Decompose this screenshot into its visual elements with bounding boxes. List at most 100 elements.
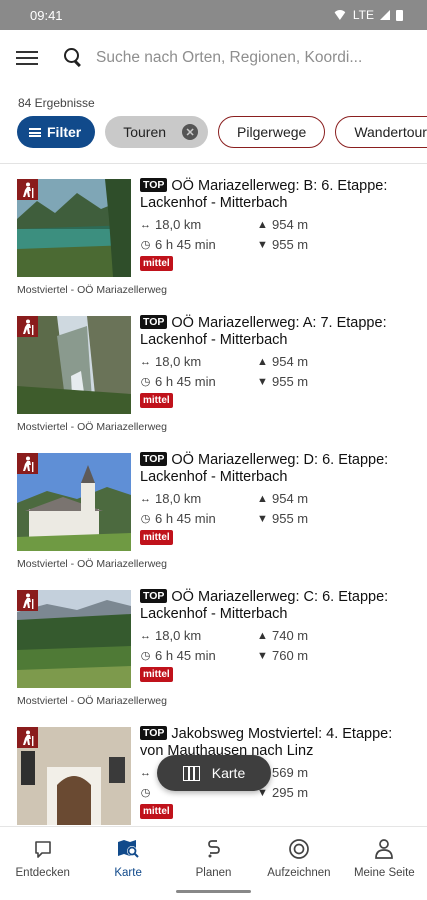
nav-meine-seite[interactable]: Meine Seite bbox=[342, 827, 427, 900]
map-icon bbox=[182, 765, 200, 781]
ascent-icon: ▲ bbox=[257, 355, 268, 368]
nav-label: Aufzeichnen bbox=[267, 867, 331, 879]
descent-stat: ▼ 760 m bbox=[257, 648, 309, 663]
network-label: LTE bbox=[352, 8, 374, 22]
chip-pilgerwege[interactable]: Pilgerwege bbox=[218, 116, 326, 148]
difficulty-badge: mittel bbox=[140, 256, 173, 271]
nav-label: Planen bbox=[195, 867, 232, 879]
filter-button[interactable]: Filter bbox=[17, 116, 96, 148]
descent-icon: ▼ bbox=[257, 512, 268, 525]
descent-icon: ▼ bbox=[257, 649, 268, 662]
chip-pilgerwege-label: Pilgerwege bbox=[237, 124, 307, 140]
menu-icon[interactable] bbox=[16, 51, 38, 65]
top-badge: TOP bbox=[140, 726, 168, 740]
chip-touren[interactable]: Touren ✕ bbox=[105, 116, 209, 148]
tour-card[interactable]: TOP OÖ Mariazellerweg: A: 7. Etappe: Lack… bbox=[0, 301, 427, 438]
nav-label: Entdecken bbox=[15, 867, 70, 879]
battery-icon bbox=[396, 9, 403, 21]
tour-info: TOP OÖ Mariazellerweg: B: 6. Etappe: Lack… bbox=[140, 178, 417, 271]
tour-stats: ↔ 18,0 km ▲ 740 m ◷ 6 h 45 min ▼ 760 m bbox=[140, 627, 417, 664]
nav-entdecken[interactable]: Entdecken bbox=[0, 827, 85, 900]
ascent-stat: ▲ 740 m bbox=[257, 628, 309, 643]
tour-card[interactable]: TOP OÖ Mariazellerweg: D: 6. Etappe: Lack… bbox=[0, 438, 427, 575]
clock-icon: ◷ bbox=[140, 239, 151, 251]
difficulty-badge: mittel bbox=[140, 804, 173, 819]
descent-icon: ▼ bbox=[257, 375, 268, 388]
hiking-icon bbox=[17, 316, 38, 337]
tour-stats: ↔ 18,0 km ▲ 954 m ◷ 6 h 45 min ▼ 955 m bbox=[140, 353, 417, 390]
nav-karte[interactable]: Karte bbox=[85, 827, 170, 900]
distance-stat: ↔ 18,0 km bbox=[140, 491, 202, 506]
descent-icon: ▼ bbox=[257, 238, 268, 251]
distance-stat: ↔ 18,0 km bbox=[140, 354, 202, 369]
difficulty-badge: mittel bbox=[140, 530, 173, 545]
ascent-icon: ▲ bbox=[257, 629, 268, 642]
tour-info: TOP OÖ Mariazellerweg: D: 6. Etappe: Lack… bbox=[140, 452, 417, 545]
nav-aufzeichnen[interactable]: Aufzeichnen bbox=[256, 827, 341, 900]
distance-icon: ↔ bbox=[140, 629, 151, 642]
tour-image bbox=[17, 453, 131, 551]
tour-info: TOP OÖ Mariazellerweg: C: 6. Etappe: Lack… bbox=[140, 589, 417, 682]
nav-label: Meine Seite bbox=[353, 867, 415, 879]
map-button[interactable]: Karte bbox=[157, 755, 271, 791]
top-badge: TOP bbox=[140, 589, 168, 603]
distance-icon: ↔ bbox=[140, 218, 151, 231]
tour-card[interactable]: TOP OÖ Mariazellerweg: C: 6. Etappe: Lack… bbox=[0, 575, 427, 712]
clock-icon: ◷ bbox=[140, 650, 151, 662]
distance-icon: ↔ bbox=[140, 766, 151, 779]
search-input[interactable] bbox=[96, 49, 376, 67]
chip-wandertouren[interactable]: Wandertouren bbox=[335, 116, 427, 148]
filter-chips: Filter Touren ✕ Pilgerwege Wandertouren bbox=[0, 116, 427, 156]
distance-stat: ↔ 18,0 km bbox=[140, 628, 202, 643]
top-badge: TOP bbox=[140, 315, 168, 329]
duration-stat: ◷ 6 h 45 min bbox=[140, 648, 216, 663]
top-badge: TOP bbox=[140, 452, 168, 466]
ascent-stat: ▲ 954 m bbox=[257, 217, 309, 232]
ascent-stat: ▲ 954 m bbox=[257, 354, 309, 369]
tour-region: Mostviertel - OÖ Mariazellerweg bbox=[17, 558, 167, 570]
status-bar: 09:41 LTE bbox=[0, 0, 427, 30]
tour-image bbox=[17, 590, 131, 688]
status-icons: LTE bbox=[332, 8, 403, 22]
distance-icon: ↔ bbox=[140, 355, 151, 368]
chip-wandertouren-label: Wandertouren bbox=[354, 124, 427, 140]
close-icon[interactable]: ✕ bbox=[182, 124, 199, 140]
wifi-icon bbox=[332, 10, 347, 20]
distance-icon: ↔ bbox=[140, 492, 151, 505]
home-indicator[interactable] bbox=[176, 890, 251, 893]
search-icon[interactable] bbox=[64, 48, 84, 68]
ascent-stat: ▲ 954 m bbox=[257, 491, 309, 506]
tour-region: Mostviertel - OÖ Mariazellerweg bbox=[17, 695, 167, 707]
duration-stat: ◷ 6 h 45 min bbox=[140, 237, 216, 252]
tour-image bbox=[17, 316, 131, 414]
bottom-navigation: Entdecken Karte Planen Aufzeichnen Meine… bbox=[0, 826, 427, 900]
tour-title: TOP OÖ Mariazellerweg: D: 6. Etappe: Lack… bbox=[140, 452, 389, 485]
tour-title: TOP OÖ Mariazellerweg: B: 6. Etappe: Lack… bbox=[140, 178, 388, 211]
tour-region: Mostviertel - OÖ Mariazellerweg bbox=[17, 421, 167, 433]
signal-icon bbox=[380, 10, 390, 20]
tour-region: Mostviertel - OÖ Mariazellerweg bbox=[17, 284, 167, 296]
tour-list[interactable]: TOP OÖ Mariazellerweg: B: 6. Etappe: Lack… bbox=[0, 164, 427, 832]
hiking-icon bbox=[17, 590, 38, 611]
clock-icon: ◷ bbox=[140, 376, 151, 388]
descent-stat: ▼ 955 m bbox=[257, 374, 309, 389]
duration-stat: ◷ 6 h 45 min bbox=[140, 511, 216, 526]
hiking-icon bbox=[17, 179, 38, 200]
chat-bubble-icon bbox=[33, 838, 53, 860]
map-search-icon bbox=[116, 838, 140, 860]
search-bar bbox=[0, 30, 427, 86]
tour-stats: ↔ 18,0 km ▲ 954 m ◷ 6 h 45 min ▼ 955 m bbox=[140, 216, 417, 253]
clock-icon: ◷ bbox=[140, 513, 151, 525]
tour-title: TOP OÖ Mariazellerweg: C: 6. Etappe: Lack… bbox=[140, 589, 389, 622]
tour-stats: ↔ 18,0 km ▲ 954 m ◷ 6 h 45 min ▼ 955 m bbox=[140, 490, 417, 527]
person-icon bbox=[374, 838, 394, 860]
difficulty-badge: mittel bbox=[140, 393, 173, 408]
duration-stat: ◷ 6 h 45 min bbox=[140, 374, 216, 389]
tour-image bbox=[17, 727, 131, 825]
status-time: 09:41 bbox=[30, 7, 63, 23]
record-icon bbox=[288, 838, 310, 860]
descent-stat: ▼ 295 m bbox=[257, 785, 309, 800]
results-count: 84 Ergebnisse bbox=[18, 96, 95, 110]
tour-card[interactable]: TOP OÖ Mariazellerweg: B: 6. Etappe: Lack… bbox=[0, 164, 427, 301]
nav-label: Karte bbox=[114, 867, 142, 879]
